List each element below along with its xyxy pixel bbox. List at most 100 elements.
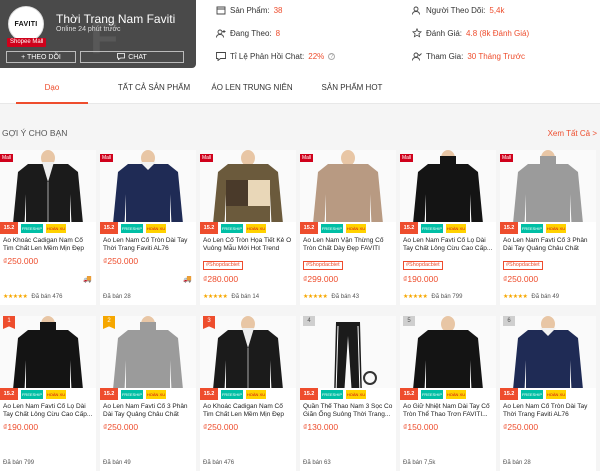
tab-hot-products[interactable]: SẢN PHẨM HOT bbox=[304, 72, 400, 104]
promo-strip: 15.2 FREESHIP XTRA HOÀN XU XTRA bbox=[0, 222, 96, 234]
product-card[interactable]: 1 15.2 FREESHIP XTRA HOÀN XU XTRA Áo Len… bbox=[0, 316, 96, 471]
freeship-badge: FREESHIP XTRA bbox=[221, 389, 243, 399]
product-image[interactable]: Mall 15.2 FREESHIP XTRA HOÀN XU XTRA bbox=[200, 150, 296, 234]
follow-button[interactable]: + THEO DÕI bbox=[6, 51, 76, 63]
help-icon[interactable]: ? bbox=[328, 52, 336, 60]
product-name[interactable]: Áo Len Nam Cổ Tròn Dài Tay Thời Trang Fa… bbox=[503, 403, 593, 419]
sold-count: Đã bán 799 bbox=[431, 293, 463, 300]
store-icon bbox=[216, 5, 226, 15]
product-image[interactable]: Mall 15.2 FREESHIP XTRA HOÀN XU XTRA bbox=[100, 150, 196, 234]
cashback-badge: HOÀN XU XTRA bbox=[46, 389, 66, 399]
product-price: ₫250.000 bbox=[503, 274, 539, 284]
product-price: ₫190.000 bbox=[403, 274, 439, 284]
shop-avatar[interactable]: FAVITI bbox=[8, 6, 44, 42]
mall-badge: Mall bbox=[200, 154, 214, 162]
product-price: ₫190.000 bbox=[3, 422, 39, 432]
product-image[interactable]: 6 15.2 FREESHIP XTRA HOÀN XU XTRA bbox=[500, 316, 596, 400]
freeship-badge: FREESHIP XTRA bbox=[121, 223, 143, 233]
freeship-badge: FREESHIP XTRA bbox=[521, 223, 543, 233]
tab-ao-len-trung-nien[interactable]: ÁO LEN TRUNG NIÊN bbox=[200, 72, 304, 104]
truck-icon: 🚚 bbox=[183, 276, 192, 283]
promo-strip: 15.2 FREESHIP XTRA HOÀN XU XTRA bbox=[400, 388, 496, 400]
product-image[interactable]: Mall 15.2 FREESHIP XTRA HOÀN XU XTRA bbox=[0, 150, 96, 234]
promo-date: 15.2 bbox=[400, 222, 418, 234]
promo-strip: 15.2 FREESHIP XTRA HOÀN XU XTRA bbox=[100, 388, 196, 400]
product-tag: #Shopdacbiet bbox=[203, 261, 243, 270]
product-name[interactable]: Áo Len Nam Favti Cổ 3 Phân Dài Tay Quảng… bbox=[503, 237, 593, 253]
stat-rating-value: 4.8 (8k Đánh Giá) bbox=[466, 28, 530, 38]
stat-following-label: Đang Theo: bbox=[230, 28, 272, 38]
freeship-badge: FREESHIP XTRA bbox=[321, 223, 343, 233]
sold-count: Đã bán 63 bbox=[303, 460, 331, 466]
shop-nav: Dạo TẤT CẢ SẢN PHẨM ÁO LEN TRUNG NIÊN SẢ… bbox=[0, 72, 600, 104]
freeship-badge: FREESHIP XTRA bbox=[221, 223, 243, 233]
rank-badge: 5 bbox=[403, 316, 415, 326]
stat-following: Đang Theo: 8 bbox=[216, 28, 280, 38]
product-card[interactable]: Mall 15.2 FREESHIP XTRA HOÀN XU XTRA Áo … bbox=[400, 150, 496, 305]
sold-count: Đã bán 28 bbox=[503, 460, 531, 466]
sold-count: Đã bán 7,5k bbox=[403, 460, 436, 466]
product-price: ₫299.000 bbox=[303, 274, 339, 284]
product-card[interactable]: 4 15.2 FREESHIP XTRA HOÀN XU XTRA Quần T… bbox=[300, 316, 396, 471]
tab-all-products[interactable]: TẤT CẢ SẢN PHẨM bbox=[104, 72, 204, 104]
mall-badge: Mall bbox=[300, 154, 314, 162]
promo-date: 15.2 bbox=[100, 388, 118, 400]
product-name[interactable]: Áo Len Nam Favti Cổ 3 Phân Dài Tay Quảng… bbox=[103, 403, 193, 419]
cashback-badge: HOÀN XU XTRA bbox=[546, 389, 566, 399]
product-name[interactable]: Áo Giữ Nhiệt Nam Dài Tay Cổ Tròn Thể Tha… bbox=[403, 403, 493, 419]
stat-joined-label: Tham Gia: bbox=[426, 51, 464, 61]
product-price: ₫130.000 bbox=[303, 422, 339, 432]
product-card[interactable]: 3 15.2 FREESHIP XTRA HOÀN XU XTRA Áo Kho… bbox=[200, 316, 296, 471]
chat-button[interactable]: CHAT bbox=[80, 51, 184, 63]
rating-stars: ★★★★★ bbox=[403, 294, 428, 300]
product-image[interactable]: Mall 15.2 FREESHIP XTRA HOÀN XU XTRA bbox=[400, 150, 496, 234]
product-footer: Đã bán 476 bbox=[203, 460, 293, 466]
cashback-badge: HOÀN XU XTRA bbox=[546, 223, 566, 233]
product-image[interactable]: Mall 15.2 FREESHIP XTRA HOÀN XU XTRA bbox=[500, 150, 596, 234]
product-footer: Đã bán 28 bbox=[503, 460, 593, 466]
promo-date: 15.2 bbox=[500, 388, 518, 400]
product-name[interactable]: Áo Len Cổ Tròn Họa Tiết Kẻ Ô Vuông Mẫu M… bbox=[203, 237, 293, 253]
promo-date: 15.2 bbox=[300, 222, 318, 234]
product-name[interactable]: Áo Len Nam Favti Cổ Lọ Dài Tay Chất Lông… bbox=[403, 237, 493, 253]
product-name[interactable]: Áo Khoác Cadigan Nam Cổ Tim Chất Len Mềm… bbox=[203, 403, 293, 419]
shop-online-status: Online 24 phút trước bbox=[56, 26, 121, 33]
mall-badge: Mall bbox=[0, 154, 14, 162]
add-user-icon bbox=[216, 28, 226, 38]
product-card[interactable]: Mall 15.2 FREESHIP XTRA HOÀN XU XTRA Áo … bbox=[200, 150, 296, 305]
product-tag: #Shopdacbiet bbox=[403, 261, 443, 270]
product-image[interactable]: 5 15.2 FREESHIP XTRA HOÀN XU XTRA bbox=[400, 316, 496, 400]
product-card[interactable]: Mall 15.2 FREESHIP XTRA HOÀN XU XTRA Áo … bbox=[100, 150, 196, 305]
rank-badge: 4 bbox=[303, 316, 315, 326]
cashback-badge: HOÀN XU XTRA bbox=[246, 223, 266, 233]
promo-strip: 15.2 FREESHIP XTRA HOÀN XU XTRA bbox=[300, 222, 396, 234]
product-card[interactable]: 6 15.2 FREESHIP XTRA HOÀN XU XTRA Áo Len… bbox=[500, 316, 596, 471]
star-icon bbox=[412, 28, 422, 38]
product-footer: ★★★★★ Đã bán 476 bbox=[3, 293, 93, 301]
stat-products-label: Sản Phẩm: bbox=[230, 5, 270, 15]
freeship-badge: FREESHIP XTRA bbox=[121, 389, 143, 399]
product-card[interactable]: 5 15.2 FREESHIP XTRA HOÀN XU XTRA Áo Giữ… bbox=[400, 316, 496, 471]
shopee-mall-tag: Shopee Mall bbox=[7, 38, 47, 47]
product-image[interactable]: 4 15.2 FREESHIP XTRA HOÀN XU XTRA bbox=[300, 316, 396, 400]
promo-date: 15.2 bbox=[200, 222, 218, 234]
promo-date: 15.2 bbox=[0, 222, 18, 234]
product-card[interactable]: Mall 15.2 FREESHIP XTRA HOÀN XU XTRA Áo … bbox=[300, 150, 396, 305]
sold-count: Đã bán 799 bbox=[3, 460, 35, 466]
product-name[interactable]: Áo Len Nam Cổ Tròn Dài Tay Thời Trang Fa… bbox=[103, 237, 193, 253]
product-name[interactable]: Áo Khoác Cadigan Nam Cổ Tim Chất Len Mềm… bbox=[3, 237, 93, 253]
product-name[interactable]: Áo Len Nam Vặn Thừng Cổ Tròn Chất Dày Đẹ… bbox=[303, 237, 393, 253]
product-name[interactable]: Quần Thể Thao Nam 3 Sọc Co Giãn Ống Suôn… bbox=[303, 403, 393, 419]
product-card[interactable]: Mall 15.2 FREESHIP XTRA HOÀN XU XTRA Áo … bbox=[0, 150, 96, 305]
promo-date: 15.2 bbox=[0, 388, 18, 400]
product-name[interactable]: Áo Len Nam Favti Cổ Lọ Dài Tay Chất Lông… bbox=[3, 403, 93, 419]
product-image[interactable]: Mall 15.2 FREESHIP XTRA HOÀN XU XTRA bbox=[300, 150, 396, 234]
product-card[interactable]: Mall 15.2 FREESHIP XTRA HOÀN XU XTRA Áo … bbox=[500, 150, 596, 305]
see-all-link[interactable]: Xem Tất Cả > bbox=[548, 129, 597, 138]
product-card[interactable]: 2 15.2 FREESHIP XTRA HOÀN XU XTRA Áo Len… bbox=[100, 316, 196, 471]
tab-dao[interactable]: Dạo bbox=[16, 72, 88, 104]
product-image[interactable]: 1 15.2 FREESHIP XTRA HOÀN XU XTRA bbox=[0, 316, 96, 400]
product-image[interactable]: 2 15.2 FREESHIP XTRA HOÀN XU XTRA bbox=[100, 316, 196, 400]
product-image[interactable]: 3 15.2 FREESHIP XTRA HOÀN XU XTRA bbox=[200, 316, 296, 400]
section-title: GỢI Ý CHO BẠN bbox=[2, 128, 68, 138]
